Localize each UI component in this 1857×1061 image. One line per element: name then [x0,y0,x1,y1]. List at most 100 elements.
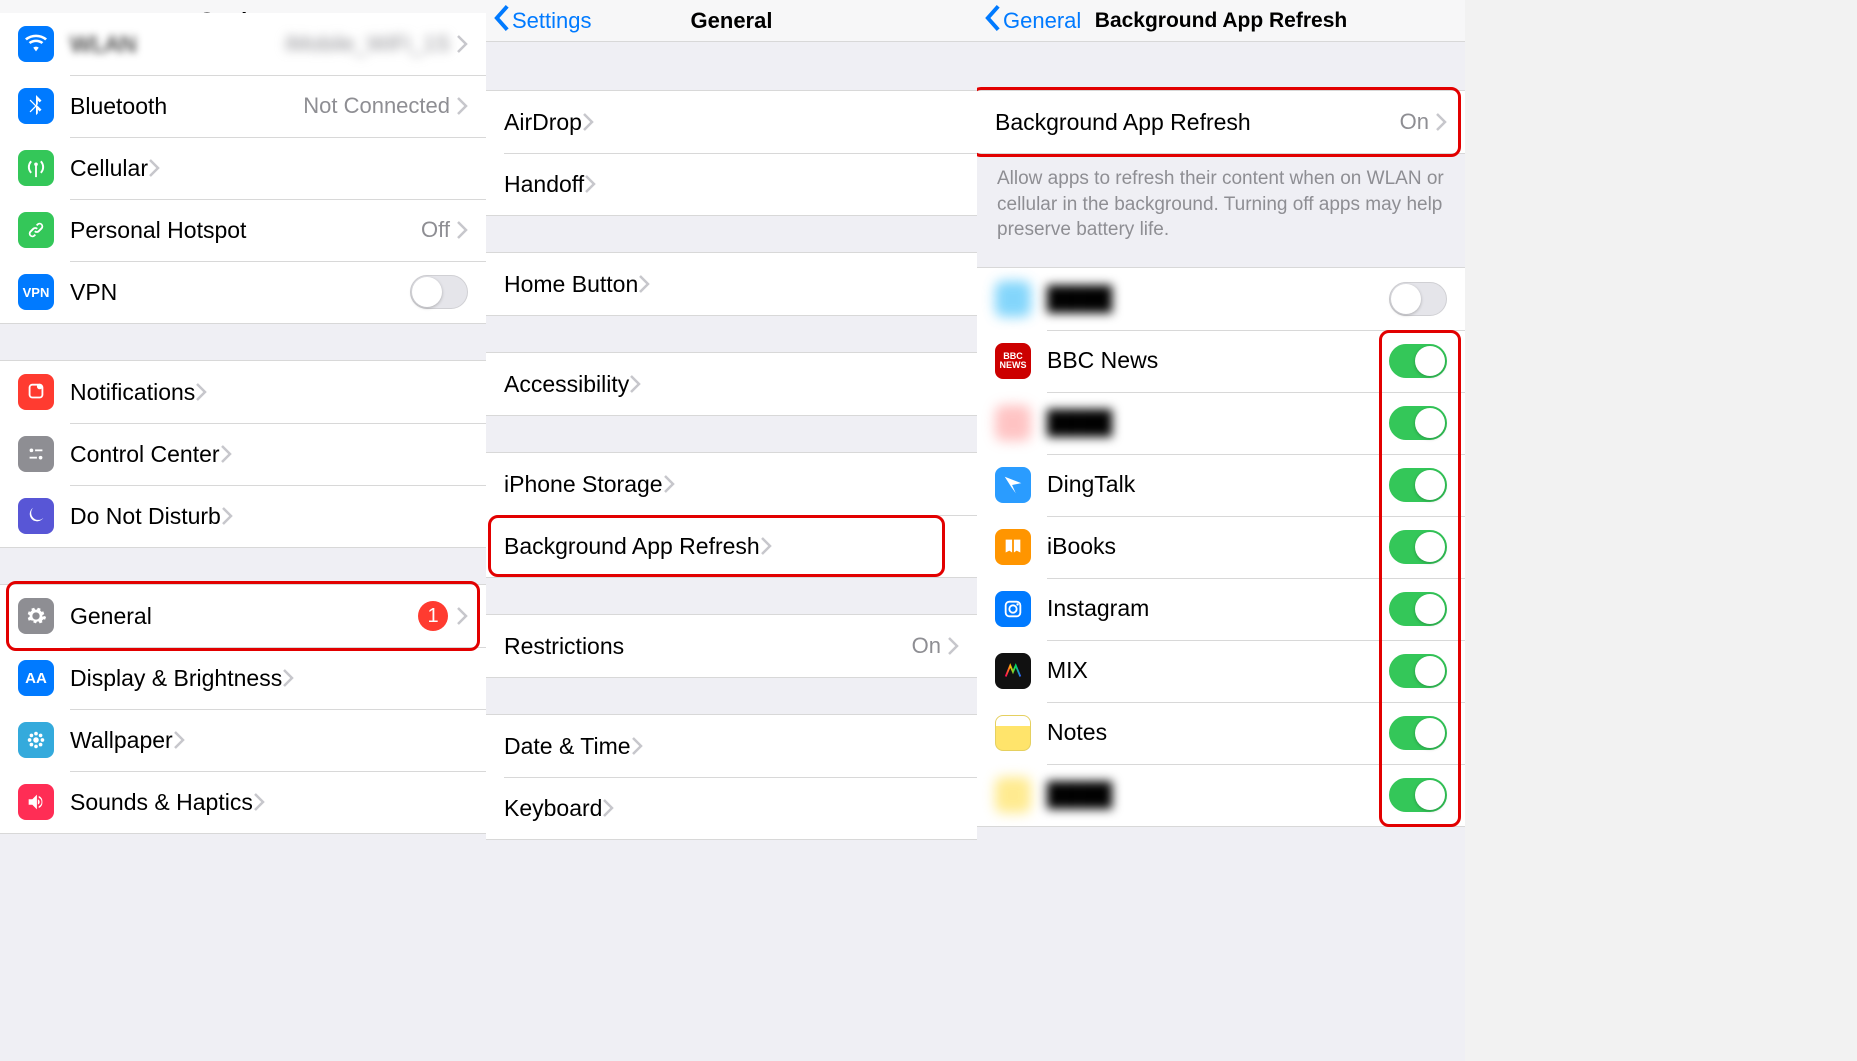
row-label: Wallpaper [70,727,173,754]
toggle-switch[interactable] [1389,778,1447,812]
instagram-icon [995,591,1031,627]
app-row: MIX [977,640,1465,702]
app-row: DingTalk [977,454,1465,516]
app-row: ████ [977,268,1465,330]
chevron-right-icon [947,636,959,656]
settings-row[interactable]: Sounds & Haptics [0,771,486,833]
settings-row[interactable]: AA Display & Brightness [0,647,486,709]
row-label: Date & Time [504,733,631,760]
row-value: On [912,633,947,659]
toggle-switch[interactable] [1389,654,1447,688]
app-row: BBCNEWS BBC News [977,330,1465,392]
toggle-switch[interactable] [1389,282,1447,316]
row-label: VPN [70,279,117,306]
wifi-icon [18,26,54,62]
badge: 1 [418,601,448,631]
row-label: Keyboard [504,795,602,822]
back-button[interactable]: Settings [494,0,592,41]
general-row[interactable]: iPhone Storage [486,453,977,515]
chevron-left-icon [494,5,510,37]
row-value: Not Connected [303,93,456,119]
toggle-switch[interactable] [1389,468,1447,502]
toggle-switch[interactable] [1389,530,1447,564]
toggle-switch[interactable] [1389,592,1447,626]
general-row[interactable]: Accessibility [486,353,977,415]
toggle-switch[interactable] [410,275,468,309]
row-label: Cellular [70,155,148,182]
notes-icon [995,715,1031,751]
chevron-right-icon [282,668,294,688]
navbar-general: Settings General [486,0,977,42]
chevron-right-icon [148,158,160,178]
app-label: Notes [1047,719,1107,746]
settings-row[interactable]: WLANiMobile_WiFi_1S [0,13,486,75]
app-label: ████ [1047,781,1112,808]
app-row: ████ [977,764,1465,826]
row-label: Control Center [70,441,220,468]
back-button[interactable]: General [985,0,1081,41]
aa-icon: AA [18,660,54,696]
settings-row[interactable]: Personal HotspotOff [0,199,486,261]
row-label: Handoff [504,171,584,198]
row-label: AirDrop [504,109,582,136]
settings-row[interactable]: Cellular [0,137,486,199]
general-row[interactable]: Date & Time [486,715,977,777]
bluetooth-icon [18,88,54,124]
app-label: DingTalk [1047,471,1135,498]
toggle-switch[interactable] [1389,344,1447,378]
chevron-right-icon [631,736,643,756]
chevron-right-icon [456,220,468,240]
blur-yellow-icon [995,777,1031,813]
cc-icon [18,436,54,472]
row-label: Sounds & Haptics [70,789,253,816]
page-title: Background App Refresh [1095,9,1347,33]
settings-row[interactable]: Do Not Disturb [0,485,486,547]
row-label: iPhone Storage [504,471,663,498]
general-row[interactable]: RestrictionsOn [486,615,977,677]
chevron-right-icon [456,96,468,116]
toggle-switch[interactable] [1389,406,1447,440]
row-label: Background App Refresh [995,109,1251,136]
general-row[interactable]: Keyboard [486,777,977,839]
app-label: BBC News [1047,347,1158,374]
blur-pink-icon [995,405,1031,441]
back-label: Settings [512,8,592,34]
app-row: iBooks [977,516,1465,578]
blur-blue-icon [995,281,1031,317]
sound-icon [18,784,54,820]
chevron-right-icon [638,274,650,294]
general-row[interactable]: Handoff [486,153,977,215]
row-label: WLAN [70,31,136,58]
general-row[interactable]: AirDrop [486,91,977,153]
settings-row[interactable]: VPNVPN [0,261,486,323]
chevron-right-icon [456,606,468,626]
settings-row[interactable]: BluetoothNot Connected [0,75,486,137]
app-label: Instagram [1047,595,1149,622]
app-label: iBooks [1047,533,1116,560]
row-label: Home Button [504,271,638,298]
dingtalk-icon [995,467,1031,503]
chevron-left-icon [985,5,1001,37]
chevron-right-icon [584,174,596,194]
app-label: ████ [1047,285,1112,312]
bbc-icon: BBCNEWS [995,343,1031,379]
antenna-icon [18,150,54,186]
app-row: Instagram [977,578,1465,640]
chevron-right-icon [221,506,233,526]
chevron-right-icon [195,382,207,402]
bar-master-row[interactable]: Background App RefreshOn [977,91,1465,153]
general-row[interactable]: Home Button [486,253,977,315]
row-label: Display & Brightness [70,665,282,692]
chevron-right-icon [760,536,772,556]
moon-icon [18,498,54,534]
row-label: Background App Refresh [504,533,760,560]
app-row: ████ [977,392,1465,454]
settings-row[interactable]: General 1 [0,585,486,647]
settings-row[interactable]: Notifications [0,361,486,423]
chevron-right-icon [220,444,232,464]
general-row[interactable]: Background App Refresh [486,515,977,577]
row-label: General [70,603,152,630]
settings-row[interactable]: Wallpaper [0,709,486,771]
toggle-switch[interactable] [1389,716,1447,750]
settings-row[interactable]: Control Center [0,423,486,485]
